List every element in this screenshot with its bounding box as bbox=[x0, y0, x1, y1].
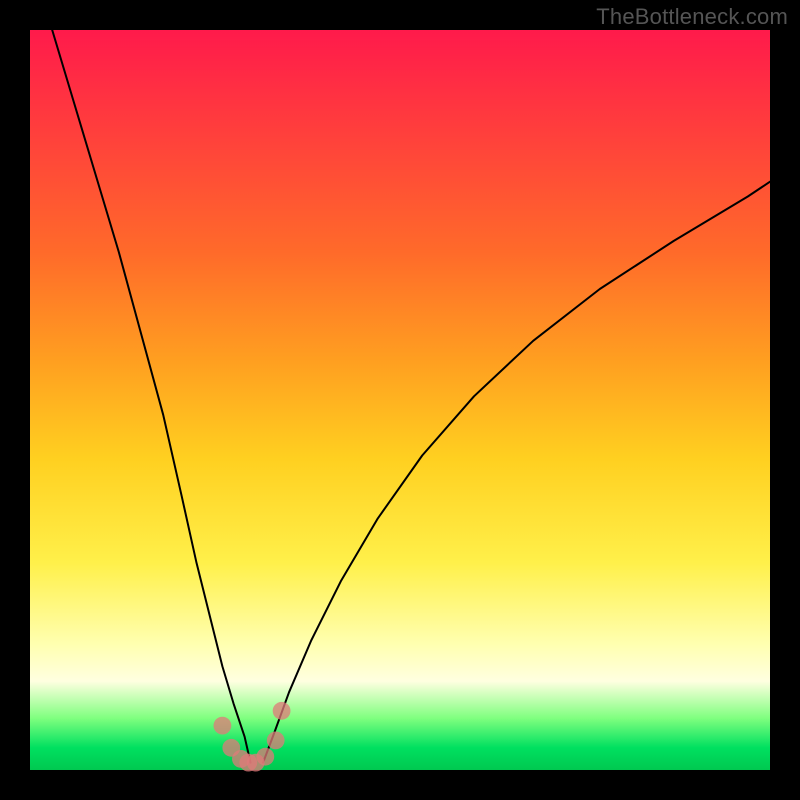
chart-frame: TheBottleneck.com bbox=[0, 0, 800, 800]
trough-dot bbox=[267, 732, 285, 750]
trough-markers bbox=[214, 702, 291, 772]
curve-layer bbox=[30, 30, 770, 770]
watermark-text: TheBottleneck.com bbox=[596, 4, 788, 30]
trough-dot bbox=[214, 717, 232, 735]
plot-area bbox=[30, 30, 770, 770]
trough-dot bbox=[256, 748, 274, 766]
trough-dot bbox=[273, 702, 291, 720]
right-branch-line bbox=[263, 182, 770, 763]
left-branch-line bbox=[52, 30, 250, 763]
